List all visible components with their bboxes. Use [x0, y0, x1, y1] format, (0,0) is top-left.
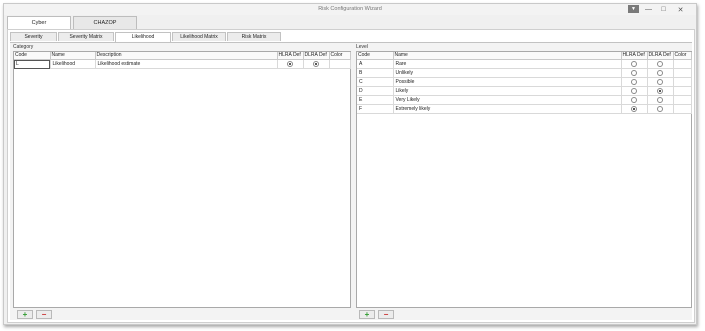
- col-color[interactable]: Color: [329, 52, 351, 60]
- dlra-cell[interactable]: [647, 59, 674, 69]
- hlra-cell[interactable]: [621, 104, 648, 114]
- name-cell[interactable]: Likely: [393, 86, 622, 96]
- color-cell[interactable]: [673, 104, 692, 114]
- col-hlra-def[interactable]: HLRA Def: [277, 52, 304, 60]
- add-level-button[interactable]: +: [359, 310, 375, 319]
- remove-level-button[interactable]: −: [378, 310, 394, 319]
- col-description[interactable]: Description: [95, 52, 278, 60]
- color-cell[interactable]: [673, 86, 692, 96]
- col-dlra-def[interactable]: DLRA Def: [647, 52, 674, 60]
- hlra-cell[interactable]: [277, 59, 304, 69]
- table-row[interactable]: A Rare: [357, 59, 692, 69]
- remove-category-button[interactable]: −: [36, 310, 52, 319]
- name-cell[interactable]: Rare: [393, 59, 622, 69]
- table-row[interactable]: D Likely: [357, 86, 692, 96]
- tab-likelihood-matrix[interactable]: Likelihood Matrix: [172, 32, 226, 41]
- dlra-cell[interactable]: [647, 77, 674, 87]
- hlra-radio[interactable]: [287, 60, 293, 67]
- hlra-cell[interactable]: [621, 59, 648, 69]
- table-row[interactable]: L Likelihood Likelihood estimate: [14, 59, 351, 69]
- dlra-radio[interactable]: [657, 60, 663, 67]
- name-cell[interactable]: Extremely likely: [393, 104, 622, 114]
- table-row[interactable]: C Possible: [357, 77, 692, 87]
- minimize-icon[interactable]: —: [644, 5, 653, 14]
- col-dlra-def[interactable]: DLRA Def: [303, 52, 330, 60]
- hlra-cell[interactable]: [621, 68, 648, 78]
- outer-tab-bar: Cyber CHAZOP: [7, 16, 139, 30]
- app-menu-icon[interactable]: ▼: [628, 5, 639, 13]
- level-header-row: Code Name HLRA Def DLRA Def Color: [357, 52, 692, 60]
- hlra-radio[interactable]: [631, 87, 637, 94]
- code-cell[interactable]: D: [357, 86, 394, 96]
- table-row[interactable]: B Unlikely: [357, 68, 692, 78]
- hlra-radio[interactable]: [631, 105, 637, 112]
- tab-chazop[interactable]: CHAZOP: [73, 16, 137, 29]
- dlra-cell[interactable]: [647, 95, 674, 105]
- dlra-radio[interactable]: [657, 96, 663, 103]
- tab-severity-matrix[interactable]: Severity Matrix: [58, 32, 114, 41]
- col-hlra-def[interactable]: HLRA Def: [621, 52, 648, 60]
- color-cell[interactable]: [673, 77, 692, 87]
- tab-likelihood[interactable]: Likelihood: [115, 32, 171, 42]
- color-cell[interactable]: [673, 59, 692, 69]
- tab-cyber[interactable]: Cyber: [7, 16, 71, 30]
- col-code[interactable]: Code: [357, 52, 394, 60]
- hlra-cell[interactable]: [621, 86, 648, 96]
- maximize-icon[interactable]: □: [659, 5, 668, 14]
- close-icon[interactable]: ✕: [676, 5, 685, 14]
- code-cell[interactable]: F: [357, 104, 394, 114]
- tab-severity[interactable]: Severity: [10, 32, 57, 41]
- title-bar: Risk Configuration Wizard ▼ — □ ✕: [4, 4, 696, 15]
- col-name[interactable]: Name: [393, 52, 622, 60]
- dlra-cell[interactable]: [647, 104, 674, 114]
- code-cell[interactable]: B: [357, 68, 394, 78]
- hlra-radio[interactable]: [631, 69, 637, 76]
- col-code[interactable]: Code: [14, 52, 51, 60]
- hlra-cell[interactable]: [621, 95, 648, 105]
- code-cell[interactable]: L: [14, 59, 51, 69]
- code-cell[interactable]: C: [357, 77, 394, 87]
- hlra-radio[interactable]: [631, 60, 637, 67]
- dlra-cell[interactable]: [647, 68, 674, 78]
- dlra-radio[interactable]: [313, 60, 319, 67]
- likelihood-content: Category Code Name Description HLRA Def …: [10, 42, 692, 320]
- window-title: Risk Configuration Wizard: [318, 6, 382, 12]
- dlra-cell[interactable]: [647, 86, 674, 96]
- col-name[interactable]: Name: [50, 52, 96, 60]
- dlra-radio[interactable]: [657, 78, 663, 85]
- color-cell[interactable]: [329, 59, 351, 69]
- color-cell[interactable]: [673, 95, 692, 105]
- col-color[interactable]: Color: [673, 52, 692, 60]
- tab-risk-matrix[interactable]: Risk Matrix: [227, 32, 281, 41]
- name-cell[interactable]: Very Likely: [393, 95, 622, 105]
- table-row[interactable]: E Very Likely: [357, 95, 692, 105]
- risk-configuration-window: Risk Configuration Wizard ▼ — □ ✕ Cyber …: [3, 3, 697, 325]
- dlra-radio[interactable]: [657, 87, 663, 94]
- dlra-cell[interactable]: [303, 59, 330, 69]
- dlra-radio[interactable]: [657, 69, 663, 76]
- category-header-row: Code Name Description HLRA Def DLRA Def …: [14, 52, 351, 60]
- cyber-panel: Severity Severity Matrix Likelihood Like…: [7, 29, 695, 323]
- table-row[interactable]: F Extremely likely: [357, 104, 692, 114]
- dlra-radio[interactable]: [657, 105, 663, 112]
- color-cell[interactable]: [673, 68, 692, 78]
- name-cell[interactable]: Possible: [393, 77, 622, 87]
- name-cell[interactable]: Likelihood: [50, 59, 96, 69]
- code-cell[interactable]: E: [357, 95, 394, 105]
- hlra-radio[interactable]: [631, 78, 637, 85]
- category-grid: Code Name Description HLRA Def DLRA Def …: [13, 51, 351, 308]
- name-cell[interactable]: Unlikely: [393, 68, 622, 78]
- description-cell[interactable]: Likelihood estimate: [95, 59, 278, 69]
- hlra-cell[interactable]: [621, 77, 648, 87]
- hlra-radio[interactable]: [631, 96, 637, 103]
- level-label: Level: [356, 44, 368, 50]
- code-cell[interactable]: A: [357, 59, 394, 69]
- category-label: Category: [13, 44, 34, 50]
- level-grid: Code Name HLRA Def DLRA Def Color A Rare: [356, 51, 692, 308]
- inner-tab-bar: Severity Severity Matrix Likelihood Like…: [10, 32, 282, 42]
- add-category-button[interactable]: +: [17, 310, 33, 319]
